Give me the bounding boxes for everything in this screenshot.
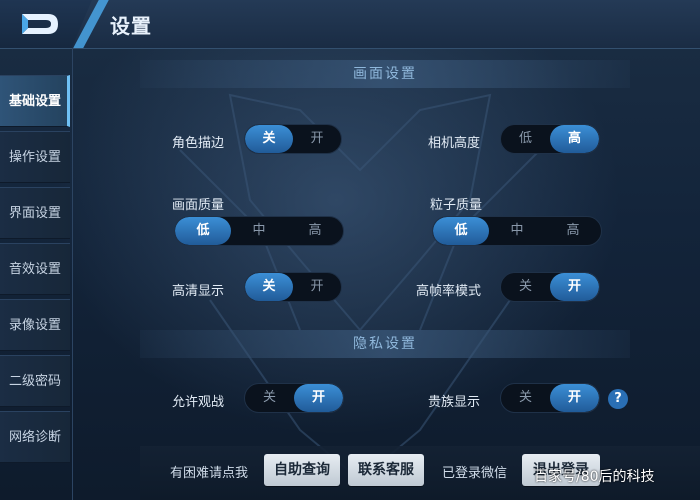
- quality-label: 画面质量: [172, 198, 225, 213]
- outline-toggle[interactable]: 关 开: [244, 124, 342, 154]
- allow-spectate-label: 允许观战: [172, 395, 225, 410]
- section-display-header: 画面设置: [140, 60, 630, 88]
- outline-option-on[interactable]: 开: [293, 125, 341, 153]
- back-arrow-icon: [22, 14, 58, 34]
- quality-option-low[interactable]: 低: [175, 217, 231, 245]
- sidebar: 基础设置 操作设置 界面设置 音效设置 录像设置 二级密码 网络诊断: [0, 75, 70, 500]
- section-privacy-header: 隐私设置: [140, 330, 630, 358]
- help-icon[interactable]: ?: [608, 389, 628, 409]
- high-fps-option-on[interactable]: 开: [550, 273, 599, 301]
- particles-label: 粒子质量: [430, 198, 483, 213]
- particles-option-high[interactable]: 高: [545, 217, 601, 245]
- hd-display-option-off[interactable]: 关: [245, 273, 293, 301]
- allow-spectate-option-off[interactable]: 关: [245, 384, 294, 412]
- help-prompt-text: 有困难请点我: [170, 466, 249, 481]
- high-fps-toggle[interactable]: 关 开: [500, 272, 600, 302]
- high-fps-label: 高帧率模式: [416, 284, 482, 299]
- camera-height-option-low[interactable]: 低: [501, 125, 550, 153]
- sidebar-item-network-diagnosis[interactable]: 网络诊断: [0, 411, 70, 463]
- camera-height-option-high[interactable]: 高: [550, 125, 599, 153]
- settings-panel: [72, 48, 700, 500]
- hd-display-label: 高清显示: [172, 284, 225, 299]
- sidebar-item-interface[interactable]: 界面设置: [0, 187, 70, 239]
- self-service-button[interactable]: 自助查询: [264, 454, 340, 486]
- quality-option-medium[interactable]: 中: [231, 217, 287, 245]
- allow-spectate-option-on[interactable]: 开: [294, 384, 343, 412]
- particles-option-medium[interactable]: 中: [489, 217, 545, 245]
- quality-selector[interactable]: 低 中 高: [174, 216, 344, 246]
- high-fps-option-off[interactable]: 关: [501, 273, 550, 301]
- sidebar-item-controls[interactable]: 操作设置: [0, 131, 70, 183]
- noble-display-label: 贵族显示: [428, 395, 481, 410]
- sidebar-item-basic[interactable]: 基础设置: [0, 75, 70, 127]
- watermark: 百家号/80后的科技: [534, 469, 655, 485]
- camera-height-toggle[interactable]: 低 高: [500, 124, 600, 154]
- noble-display-option-on[interactable]: 开: [550, 384, 599, 412]
- particles-option-low[interactable]: 低: [433, 217, 489, 245]
- top-bar: 设置: [0, 0, 700, 49]
- camera-height-label: 相机高度: [428, 136, 481, 151]
- particles-selector[interactable]: 低 中 高: [432, 216, 602, 246]
- contact-support-button[interactable]: 联系客服: [348, 454, 424, 486]
- sidebar-item-secondary-password[interactable]: 二级密码: [0, 355, 70, 407]
- sidebar-item-replay[interactable]: 录像设置: [0, 299, 70, 351]
- noble-display-toggle[interactable]: 关 开: [500, 383, 600, 413]
- outline-option-off[interactable]: 关: [245, 125, 293, 153]
- sidebar-item-audio[interactable]: 音效设置: [0, 243, 70, 295]
- page-title: 设置: [110, 14, 152, 38]
- outline-label: 角色描边: [172, 136, 225, 151]
- noble-display-option-off[interactable]: 关: [501, 384, 550, 412]
- hd-display-toggle[interactable]: 关 开: [244, 272, 342, 302]
- allow-spectate-toggle[interactable]: 关 开: [244, 383, 344, 413]
- quality-option-high[interactable]: 高: [287, 217, 343, 245]
- login-status-text: 已登录微信: [442, 466, 508, 481]
- hd-display-option-on[interactable]: 开: [293, 273, 341, 301]
